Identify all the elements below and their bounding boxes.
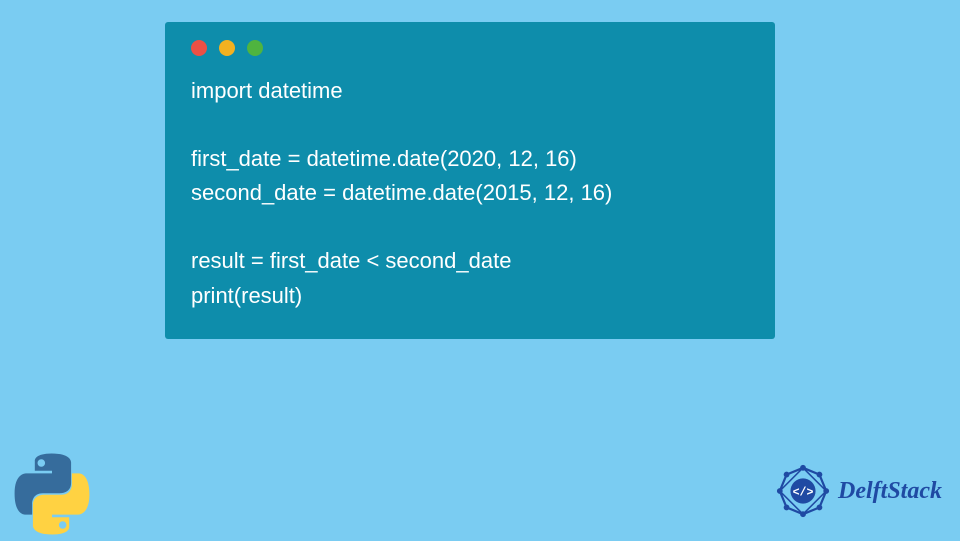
window-traffic-lights (191, 40, 749, 56)
delftstack-branding: </> DelftStack (774, 462, 942, 520)
delftstack-logo-icon: </> (774, 462, 832, 520)
minimize-icon (219, 40, 235, 56)
delftstack-label: DelftStack (838, 478, 942, 505)
python-logo-icon (10, 452, 94, 536)
code-window: import datetime first_date = datetime.da… (165, 22, 775, 339)
code-block: import datetime first_date = datetime.da… (191, 74, 749, 313)
maximize-icon (247, 40, 263, 56)
svg-text:</>: </> (793, 486, 814, 499)
close-icon (191, 40, 207, 56)
